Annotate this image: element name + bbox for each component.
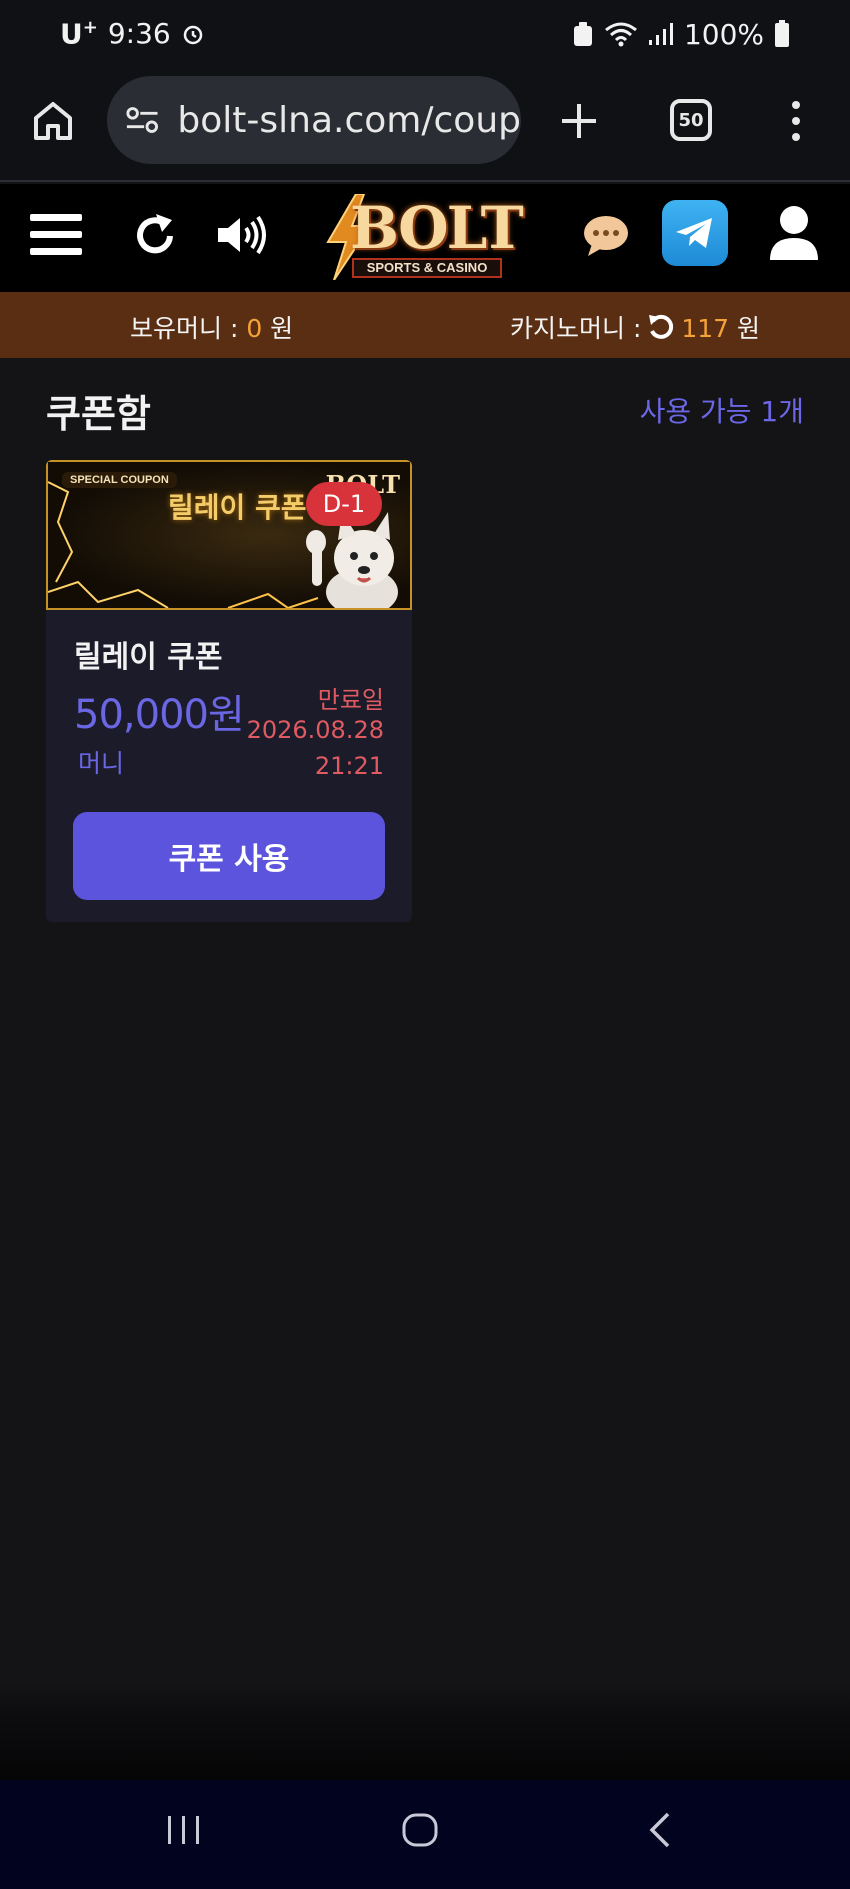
status-bar: U+ 9:36 100% xyxy=(0,0,850,68)
carrier-label: U+ xyxy=(60,17,98,51)
bottom-fade xyxy=(0,1680,850,1780)
speaker-icon xyxy=(218,215,266,255)
sound-button[interactable] xyxy=(216,214,270,260)
expiry-label: 만료일 xyxy=(317,686,384,714)
expiry-time: 21:21 xyxy=(314,752,384,780)
use-coupon-button[interactable]: 쿠폰 사용 xyxy=(73,812,385,900)
coupon-amount: 50,000원 xyxy=(74,692,245,738)
battery-level: 100% xyxy=(683,17,764,51)
more-menu-button[interactable] xyxy=(786,98,806,144)
refresh-icon xyxy=(137,214,173,254)
banner-special-label: SPECIAL COUPON xyxy=(62,472,177,488)
signal-icon xyxy=(648,22,674,46)
page-title: 쿠폰함 xyxy=(46,392,151,436)
url-bar[interactable]: bolt-slna.com/coup xyxy=(107,76,521,164)
profile-button[interactable] xyxy=(768,204,820,266)
site-header: BOLT SPORTS & CASINO xyxy=(0,184,850,292)
site-logo[interactable]: BOLT SPORTS & CASINO xyxy=(320,192,530,284)
back-chevron-icon xyxy=(649,1812,670,1848)
expiry-date: 2026.08.28 xyxy=(246,716,384,744)
casino-money-value: 117 xyxy=(681,314,730,343)
user-icon xyxy=(770,206,818,260)
back-button[interactable] xyxy=(646,1810,676,1854)
plus-icon xyxy=(562,104,596,138)
clock: 9:36 xyxy=(107,17,171,51)
casino-refresh-icon[interactable] xyxy=(647,313,675,341)
telegram-button[interactable] xyxy=(662,200,728,266)
alarm-icon xyxy=(181,22,205,46)
home-icon xyxy=(34,102,72,140)
logo-text: BOLT xyxy=(350,194,524,262)
holding-money-label: 보유머니 : xyxy=(130,314,247,343)
holding-money-value: 0 xyxy=(246,314,263,343)
coupon-name: 릴레이 쿠폰 xyxy=(74,640,223,675)
url-text: bolt-slna.com/coup xyxy=(177,99,521,141)
banner-title: 릴레이 쿠폰 xyxy=(168,491,307,524)
casino-money: 카지노머니 : 117 원 xyxy=(510,309,760,345)
casino-money-unit: 원 xyxy=(729,314,761,343)
money-bar: 보유머니 : 0 원 카지노머니 : 117 원 xyxy=(0,292,850,358)
available-count: 사용 가능 1개 xyxy=(639,395,804,428)
site-settings-icon[interactable] xyxy=(125,105,159,135)
system-nav-bar xyxy=(0,1780,850,1889)
home-nav-button[interactable] xyxy=(401,1810,441,1854)
home-button[interactable] xyxy=(30,98,76,144)
hamburger-icon xyxy=(30,214,82,255)
chat-button[interactable] xyxy=(582,214,630,262)
telegram-icon xyxy=(676,218,712,248)
holding-money-unit: 원 xyxy=(262,314,294,343)
coupon-card: SPECIAL COUPON 릴레이 쿠폰 BOLT D-1 릴레이 쿠폰 50… xyxy=(46,460,412,922)
recent-apps-icon xyxy=(168,1816,199,1844)
home-circle-icon xyxy=(402,1813,438,1847)
holding-money: 보유머니 : 0 원 xyxy=(130,309,293,345)
chat-bubble-icon xyxy=(584,216,628,256)
refresh-button[interactable] xyxy=(132,212,178,262)
menu-button[interactable] xyxy=(30,212,82,262)
casino-money-label: 카지노머니 : xyxy=(510,314,642,343)
coupon-unit: 머니 xyxy=(78,749,125,778)
more-vertical-icon xyxy=(792,101,800,141)
coupon-banner: SPECIAL COUPON 릴레이 쿠폰 BOLT D-1 xyxy=(46,460,412,610)
wifi-icon xyxy=(604,21,638,47)
tab-switcher-button[interactable]: 50 xyxy=(670,99,712,141)
recent-apps-button[interactable] xyxy=(164,1810,204,1854)
dday-badge: D-1 xyxy=(306,482,382,526)
battery-icon xyxy=(774,20,790,48)
browser-toolbar: bolt-slna.com/coup 50 xyxy=(0,68,850,182)
new-tab-button[interactable] xyxy=(556,98,602,144)
logo-subtitle: SPORTS & CASINO xyxy=(352,258,502,278)
recycle-icon xyxy=(572,21,594,47)
